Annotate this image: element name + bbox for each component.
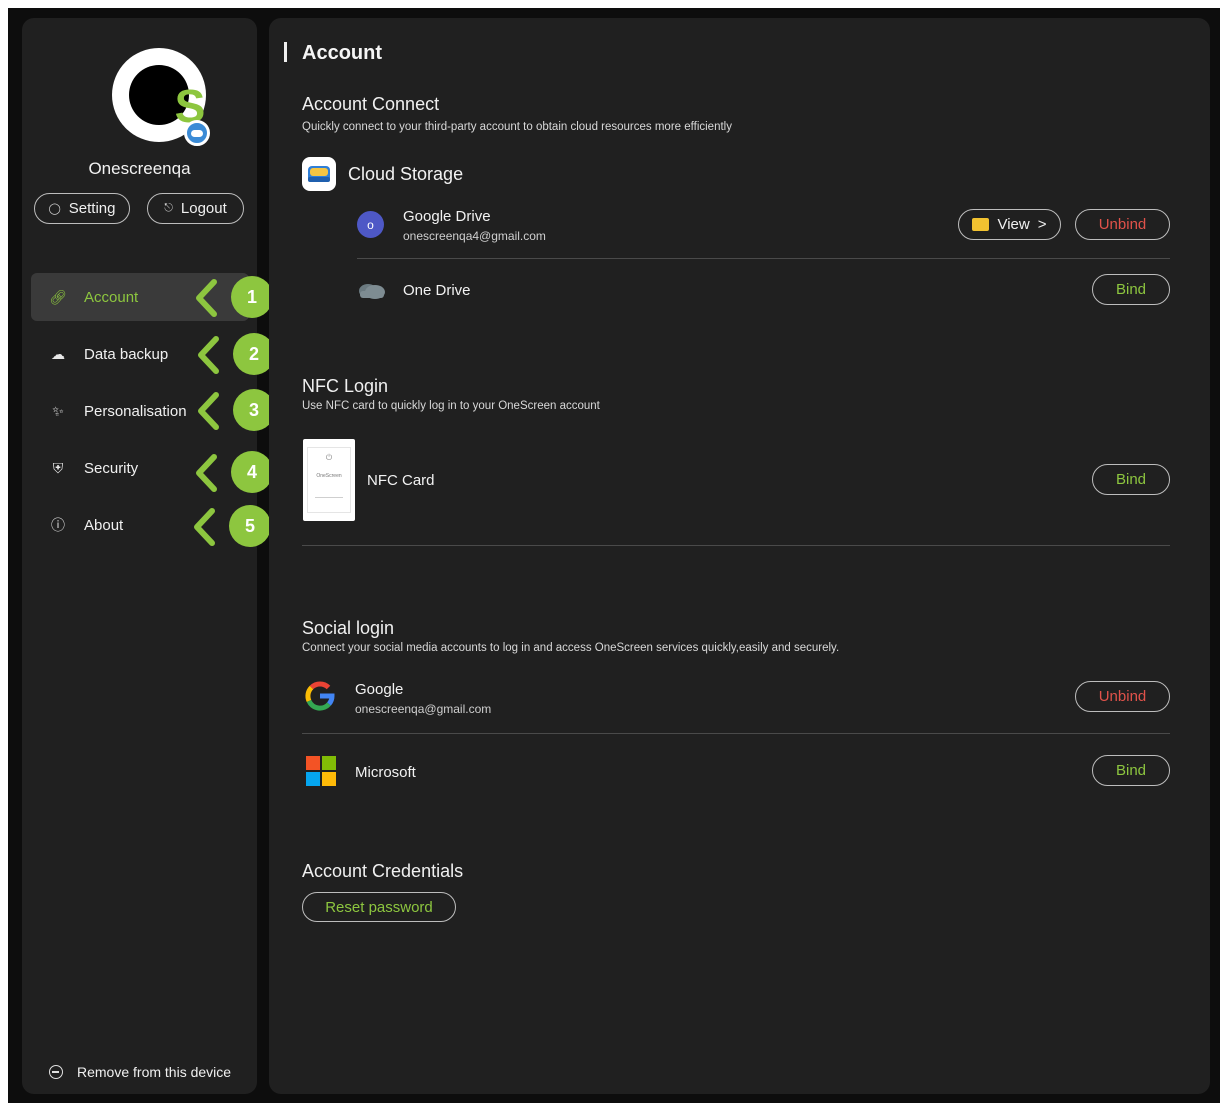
avatar: S [112,48,212,148]
chevron-left-icon [198,336,219,374]
cloud-badge-icon [184,120,210,146]
user-icon: ◯ [48,203,61,215]
logout-icon: ⎋ [164,202,173,214]
nfc-card-label: NFC Card [367,472,435,489]
shield-icon: ⛨ [52,459,64,476]
google-drive-label: Google Drive [403,208,491,225]
cloud-storage-icon [302,157,336,191]
google-drive-avatar: o [357,211,384,238]
google-email: onescreenqa@gmail.com [355,702,492,716]
one-drive-label: One Drive [403,282,471,299]
nfc-login-description: Use NFC card to quickly log in to your O… [302,400,600,412]
nfc-card-line [315,497,343,498]
divider [302,733,1170,734]
microsoft-logo-icon [306,756,336,786]
google-unbind-button[interactable]: Unbind [1075,681,1170,712]
info-icon: ⓘ [51,517,65,533]
onescreen-s-logo-icon: S [174,80,206,132]
sparkle-icon: ✨︎ [52,402,64,419]
logout-button-label: Logout [180,200,227,217]
setting-button[interactable]: ◯ Setting [34,193,130,224]
nfc-login-title: NFC Login [302,376,389,396]
nfc-card-brand: OneScreen [316,473,342,479]
callout-badge: 4 [231,451,273,493]
google-drive-email: onescreenqa4@gmail.com [403,229,546,243]
reset-password-button[interactable]: Reset password [302,892,456,922]
chevron-left-icon [198,392,219,430]
account-connect-title: Account Connect [302,94,440,114]
main-panel: Account Account Connect Quickly connect … [269,18,1210,1094]
nfc-card-thumbnail: ⏻ OneScreen [303,439,355,521]
sidebar: S Onescreenqa ◯ Setting ⎋ Logout 🔗︎ Acco… [22,18,257,1094]
sidebar-item-about[interactable]: ⓘ About [31,501,249,549]
microsoft-label: Microsoft [355,764,416,781]
minus-circle-icon [49,1065,63,1079]
account-credentials-title: Account Credentials [302,861,464,881]
username: Onescreenqa [88,159,191,178]
callout-badge: 1 [231,276,273,318]
divider [357,258,1170,259]
social-login-title: Social login [302,618,395,638]
social-login-description: Connect your social media accounts to lo… [302,642,840,654]
chevron-left-icon [196,279,217,317]
view-button-label: View [997,216,1030,233]
google-logo-icon [305,681,335,711]
sidebar-item-label: About [84,516,124,534]
sidebar-item-label: Data backup [84,345,169,363]
folder-icon [972,218,990,231]
chevron-left-icon [196,454,217,492]
one-drive-bind-button[interactable]: Bind [1092,274,1170,305]
logout-button[interactable]: ⎋ Logout [147,193,244,224]
callout-badge: 5 [229,505,271,547]
power-icon: ⏻ [325,453,333,462]
sidebar-item-label: Personalisation [84,402,187,420]
remove-device-button[interactable]: Remove from this device [49,1064,231,1080]
sidebar-item-label: Account [84,288,139,306]
onedrive-cloud-icon [359,284,385,299]
nfc-card-bind-button[interactable]: Bind [1092,464,1170,495]
cloud-upload-icon: ☁ [51,345,65,362]
page-title: Account [284,42,382,65]
view-button[interactable]: View > [958,209,1061,240]
cloud-storage-label: Cloud Storage [348,164,464,184]
account-connect-description: Quickly connect to your third-party acco… [302,121,732,133]
chevron-left-icon [194,508,215,546]
sidebar-item-label: Security [84,459,139,477]
setting-button-label: Setting [68,200,116,217]
divider [302,545,1170,546]
google-drive-unbind-button[interactable]: Unbind [1075,209,1170,240]
link-icon: 🔗︎ [49,288,67,305]
google-label: Google [355,681,404,698]
microsoft-bind-button[interactable]: Bind [1092,755,1170,786]
remove-device-label: Remove from this device [77,1064,232,1080]
chevron-right-icon: > [1037,216,1047,233]
